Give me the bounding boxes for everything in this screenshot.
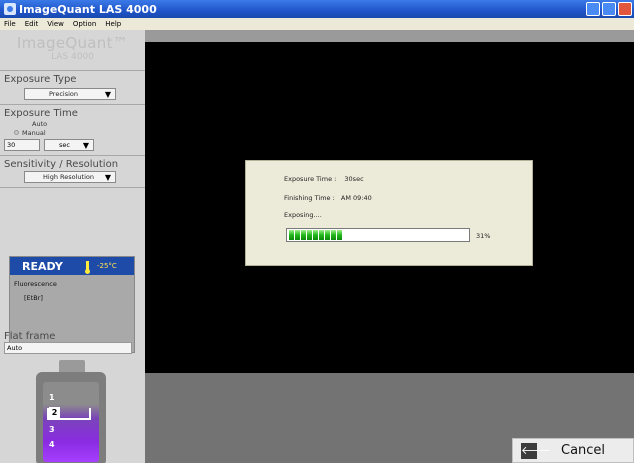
menu-bar: File Edit View Option Help bbox=[0, 18, 634, 30]
sensitivity-dropdown[interactable]: High Resolution ▼ bbox=[24, 171, 116, 183]
chevron-down-icon: ▼ bbox=[104, 172, 111, 182]
menu-file[interactable]: File bbox=[4, 20, 16, 28]
sample-tray: 1 2 3 4 bbox=[36, 372, 106, 463]
exposing-status: Exposing.... bbox=[284, 211, 322, 219]
tray-handle bbox=[59, 360, 85, 372]
method-label: Fluorescence bbox=[14, 280, 57, 288]
window-controls bbox=[586, 2, 632, 16]
cancel-button[interactable]: 🡐 Cancel bbox=[512, 438, 634, 463]
app-icon bbox=[4, 3, 16, 15]
tray-position-4[interactable]: 4 bbox=[49, 440, 55, 449]
status-state: READY bbox=[22, 259, 63, 273]
radio-auto-label: Auto bbox=[32, 119, 48, 128]
tray-selected-slot[interactable]: 2 bbox=[47, 407, 91, 420]
menu-edit[interactable]: Edit bbox=[25, 20, 39, 28]
image-toolbar-strip bbox=[145, 30, 634, 42]
cancel-label: Cancel bbox=[561, 443, 606, 458]
exposure-time-title: Exposure Time bbox=[4, 108, 78, 119]
close-button[interactable] bbox=[618, 2, 632, 16]
chevron-down-icon: ▼ bbox=[104, 89, 111, 99]
product-logo: ImageQuant™ LAS 4000 bbox=[0, 30, 145, 70]
exposure-type-section: Exposure Type Precision ▼ bbox=[0, 70, 145, 104]
progress-segment bbox=[319, 230, 324, 240]
tray-position-1[interactable]: 1 bbox=[49, 393, 55, 402]
exposure-time-value: 30sec bbox=[344, 175, 364, 183]
flat-frame-field[interactable]: Auto bbox=[4, 342, 132, 354]
exposure-time-input[interactable]: 30 bbox=[4, 139, 40, 151]
progress-segment bbox=[307, 230, 312, 240]
thermometer-icon bbox=[85, 260, 90, 274]
dye-label: [EtBr] bbox=[24, 294, 43, 302]
sensitivity-section: Sensitivity / Resolution High Resolution… bbox=[0, 155, 145, 188]
progress-segment bbox=[295, 230, 300, 240]
radio-dot-icon bbox=[14, 130, 19, 135]
window-title: ImageQuant LAS 4000 bbox=[19, 2, 157, 16]
radio-auto[interactable]: Auto bbox=[4, 119, 141, 128]
ccd-temperature: -25°C bbox=[97, 262, 117, 270]
minimize-button[interactable] bbox=[586, 2, 600, 16]
logo-name: ImageQuant™ bbox=[16, 34, 129, 52]
exposure-time-row-dialog: Exposure Time : 30sec bbox=[284, 175, 364, 183]
status-bar: READY -25°C bbox=[10, 257, 134, 275]
exposure-type-value: Precision bbox=[49, 90, 79, 98]
exposure-unit-dropdown[interactable]: sec ▼ bbox=[44, 139, 94, 151]
progress-segment bbox=[313, 230, 318, 240]
sensitivity-title: Sensitivity / Resolution bbox=[4, 159, 119, 170]
tray-position-3[interactable]: 3 bbox=[49, 425, 55, 434]
finishing-time-value: AM 09:40 bbox=[340, 194, 372, 202]
progress-segment bbox=[325, 230, 330, 240]
exposure-dialog: Exposure Time : 30sec Finishing Time : A… bbox=[245, 160, 533, 266]
back-arrow-icon: 🡐 bbox=[521, 442, 551, 459]
sensitivity-value: High Resolution bbox=[43, 173, 94, 181]
exposure-time-row: 30 sec ▼ bbox=[4, 139, 141, 151]
finishing-time-label: Finishing Time : bbox=[284, 194, 335, 202]
tray-positions: 1 2 3 4 bbox=[43, 382, 99, 462]
image-area: Exposure Time : 30sec Finishing Time : A… bbox=[145, 30, 634, 463]
logo-model: LAS 4000 bbox=[51, 52, 94, 62]
title-bar: ImageQuant LAS 4000 bbox=[0, 0, 634, 18]
chevron-down-icon: ▼ bbox=[82, 140, 89, 150]
menu-view[interactable]: View bbox=[47, 20, 64, 28]
radio-manual-label: Manual bbox=[22, 128, 46, 137]
tray-position-2: 2 bbox=[49, 407, 60, 418]
exposure-time-label: Exposure Time : bbox=[284, 175, 337, 183]
menu-help[interactable]: Help bbox=[105, 20, 121, 28]
maximize-button[interactable] bbox=[602, 2, 616, 16]
finishing-time-row: Finishing Time : AM 09:40 bbox=[284, 194, 372, 202]
control-sidebar: ImageQuant™ LAS 4000 Exposure Type Preci… bbox=[0, 30, 145, 463]
progress-segment bbox=[289, 230, 294, 240]
radio-manual[interactable]: Manual bbox=[4, 128, 141, 137]
exposure-progress-bar bbox=[286, 228, 470, 242]
menu-option[interactable]: Option bbox=[73, 20, 96, 28]
progress-segment bbox=[331, 230, 336, 240]
progress-segment bbox=[301, 230, 306, 240]
flat-frame-title: Flat frame bbox=[4, 331, 56, 342]
progress-percent: 31% bbox=[476, 232, 491, 240]
exposure-type-title: Exposure Type bbox=[4, 74, 77, 85]
exposure-time-section: Exposure Time Auto Manual 30 sec ▼ bbox=[0, 104, 145, 155]
exposure-type-dropdown[interactable]: Precision ▼ bbox=[24, 88, 116, 100]
exposure-unit-value: sec bbox=[59, 141, 70, 149]
progress-segment bbox=[337, 230, 342, 240]
